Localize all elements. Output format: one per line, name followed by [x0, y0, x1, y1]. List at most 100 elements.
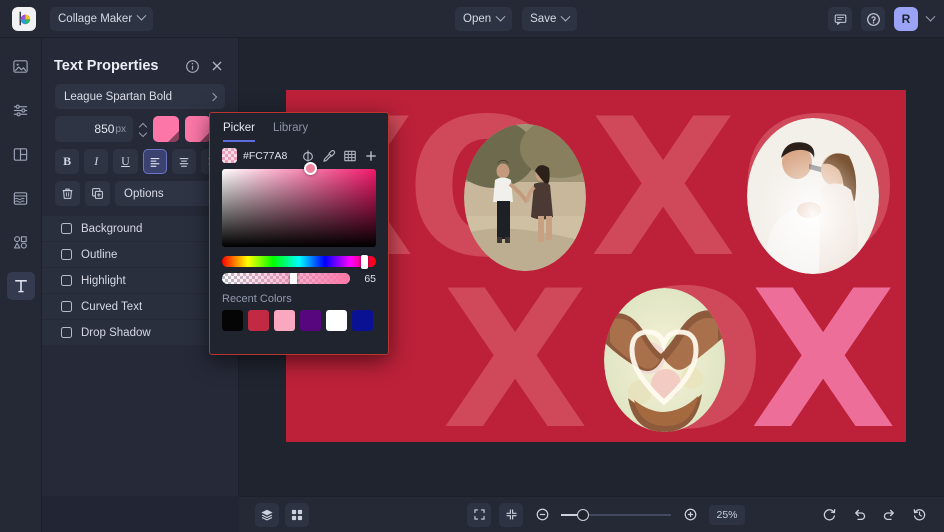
checkbox-icon[interactable] — [61, 327, 72, 338]
no-color-icon — [302, 149, 313, 162]
recent-color-swatch[interactable] — [352, 310, 373, 331]
open-button[interactable]: Open — [455, 7, 513, 31]
info-circle-icon — [185, 59, 199, 73]
saturation-cursor[interactable] — [303, 162, 317, 175]
fullscreen-icon — [473, 509, 485, 520]
eyedropper-button[interactable] — [321, 148, 336, 163]
recent-color-swatch[interactable] — [326, 310, 347, 331]
italic-button[interactable]: I — [84, 149, 109, 174]
bottom-toolbar: 25% — [239, 496, 944, 532]
duplicate-button[interactable] — [85, 181, 110, 206]
file-actions: Open Save — [455, 7, 578, 31]
grid-view-button[interactable] — [285, 502, 309, 527]
project-title-label: Collage Maker — [58, 12, 133, 25]
reset-button[interactable] — [818, 504, 840, 526]
font-family-select[interactable]: League Spartan Bold — [55, 84, 225, 109]
top-toolbar: Collage Maker Open Save R — [0, 0, 944, 38]
font-size-stepper[interactable] — [139, 123, 147, 136]
text-color-swatch[interactable] — [153, 116, 179, 142]
save-button[interactable]: Save — [522, 7, 578, 31]
undo-button[interactable] — [848, 504, 870, 526]
photo-heart-hands[interactable] — [604, 288, 725, 432]
hue-slider[interactable] — [222, 254, 376, 269]
zoom-level-label[interactable]: 25% — [709, 504, 745, 525]
history-icon — [913, 509, 925, 521]
photo-couple-embracing[interactable] — [747, 118, 879, 274]
tab-library[interactable]: Library — [273, 122, 308, 142]
toggle-label: Drop Shadow — [81, 326, 151, 339]
rail-item-layout[interactable] — [7, 140, 35, 168]
saturation-value-area[interactable] — [222, 162, 376, 247]
history-button[interactable] — [908, 504, 930, 526]
stepper-down-icon[interactable] — [139, 131, 147, 136]
rail-item-text[interactable] — [6, 272, 35, 300]
color-picker-popup[interactable]: Picker Library #FC77A8 65 Recent Colors — [209, 112, 389, 355]
add-color-button[interactable] — [363, 148, 378, 163]
palette-grid-button[interactable] — [342, 148, 357, 163]
avatar[interactable]: R — [894, 7, 918, 31]
bold-button[interactable]: B — [55, 149, 80, 174]
stepper-up-icon[interactable] — [139, 123, 147, 128]
align-left-button[interactable] — [142, 149, 167, 174]
fit-to-screen-button[interactable] — [499, 502, 523, 527]
delete-button[interactable] — [55, 181, 80, 206]
fullscreen-button[interactable] — [467, 502, 491, 527]
panel-close-button[interactable] — [208, 57, 226, 75]
save-label: Save — [530, 13, 557, 25]
color-wheel-logo-icon — [19, 11, 30, 26]
recent-colors-row — [210, 310, 388, 331]
rail-item-shapes[interactable] — [7, 228, 35, 256]
toggle-label: Highlight — [81, 274, 126, 287]
zoom-in-icon — [684, 508, 696, 521]
panel-header: Text Properties — [42, 48, 238, 84]
comment-icon — [834, 14, 846, 25]
checkbox-icon[interactable] — [61, 301, 72, 312]
no-color-button[interactable] — [300, 148, 315, 163]
alpha-slider-row: 65 — [222, 273, 376, 285]
align-center-button[interactable] — [171, 149, 196, 174]
secondary-color-swatch[interactable] — [185, 116, 211, 142]
toggle-label: Outline — [81, 248, 118, 261]
rail-item-layers[interactable] — [7, 184, 35, 212]
avatar-initial: R — [901, 12, 911, 26]
checkbox-icon[interactable] — [61, 249, 72, 260]
feedback-button[interactable] — [828, 7, 852, 31]
hue-slider-handle[interactable] — [361, 254, 369, 269]
rail-item-adjust[interactable] — [7, 96, 35, 124]
canvas-letter-x[interactable]: X — [750, 266, 897, 443]
underline-button[interactable]: U — [113, 149, 138, 174]
zoom-slider[interactable] — [561, 508, 671, 521]
account-chevron-down-icon[interactable] — [925, 11, 936, 22]
align-left-icon — [150, 157, 159, 167]
chevron-down-icon — [495, 11, 506, 22]
alpha-gradient — [222, 273, 350, 284]
current-color-chip — [222, 148, 237, 163]
checkbox-icon[interactable] — [61, 223, 72, 234]
zoom-in-button[interactable] — [679, 504, 701, 526]
zoom-slider-knob[interactable] — [577, 508, 589, 521]
checkbox-icon[interactable] — [61, 275, 72, 286]
project-title-dropdown[interactable]: Collage Maker — [50, 6, 154, 31]
photo-couple-holding-hands[interactable] — [464, 124, 586, 271]
layers-button[interactable] — [255, 502, 279, 527]
font-size-input[interactable]: 850 px — [55, 116, 133, 142]
recent-color-swatch[interactable] — [300, 310, 321, 331]
chevron-down-icon — [136, 10, 147, 21]
chevron-right-icon — [208, 92, 218, 101]
app-logo[interactable] — [12, 6, 36, 31]
canvas-letter-x[interactable]: X — [442, 266, 589, 443]
font-family-row: League Spartan Bold — [42, 84, 238, 109]
alpha-slider[interactable] — [222, 273, 350, 284]
rail-item-image[interactable] — [7, 52, 35, 80]
tab-picker[interactable]: Picker — [223, 122, 255, 142]
help-button[interactable] — [861, 7, 885, 31]
hex-input[interactable]: #FC77A8 — [243, 150, 294, 162]
recent-color-swatch[interactable] — [222, 310, 243, 331]
alpha-slider-handle[interactable] — [289, 273, 297, 284]
redo-button[interactable] — [878, 504, 900, 526]
panel-info-button[interactable] — [183, 57, 201, 75]
recent-colors-label: Recent Colors — [222, 293, 292, 305]
recent-color-swatch[interactable] — [274, 310, 295, 331]
zoom-out-button[interactable] — [531, 504, 553, 526]
recent-color-swatch[interactable] — [248, 310, 269, 331]
